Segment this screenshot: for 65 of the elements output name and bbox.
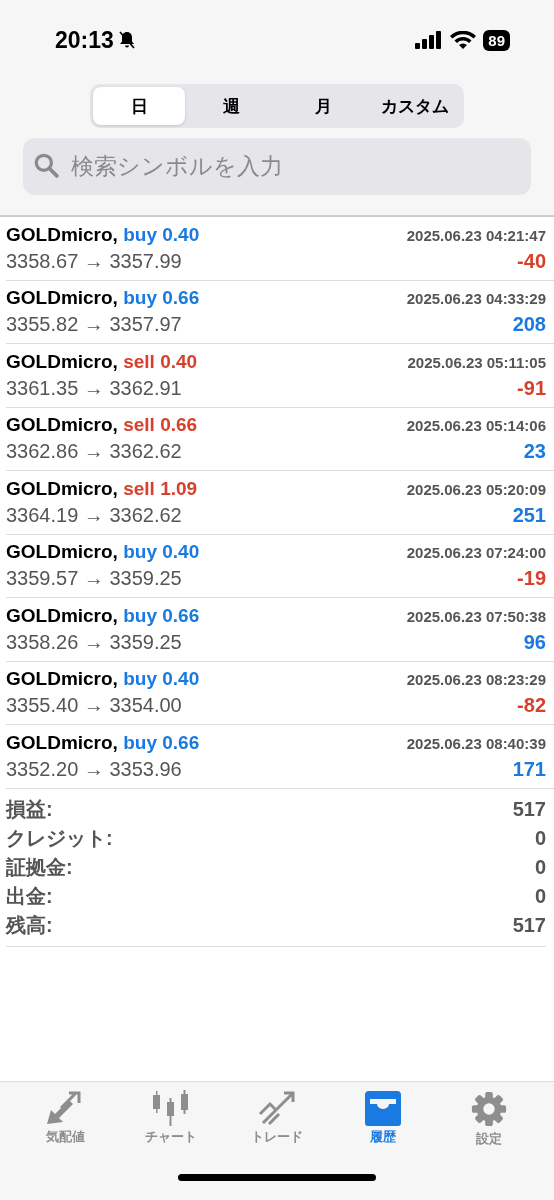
wifi-icon <box>450 31 477 49</box>
clock-time: 20:13 <box>55 26 114 54</box>
deal-title: GOLDmicro, buy 0.66 <box>6 604 200 627</box>
deal-time: 2025.06.23 07:50:38 <box>406 607 546 625</box>
period-tab[interactable]: 月 <box>277 87 369 125</box>
candlestick-icon <box>151 1090 191 1126</box>
period-tab[interactable]: 日 <box>93 87 185 125</box>
deal-profit: -19 <box>517 567 546 591</box>
deal-prices: 3352.20 → 3353.96 <box>6 757 182 781</box>
tab-bar-item[interactable]: 履歴 <box>348 1090 418 1154</box>
deal-time: 2025.06.23 05:14:06 <box>406 417 546 435</box>
deal-profit: -82 <box>517 694 546 718</box>
deal-prices: 3355.82 → 3357.97 <box>6 313 182 337</box>
summary-label: 出金: <box>6 883 53 909</box>
deal-profit: -40 <box>517 249 546 273</box>
summary-value: 517 <box>512 797 546 821</box>
tab-bar-item[interactable]: トレード <box>242 1090 312 1154</box>
summary-value: 0 <box>534 826 546 850</box>
deal-title: GOLDmicro, buy 0.40 <box>6 541 200 564</box>
tab-bar-item[interactable]: チャート <box>136 1090 206 1154</box>
tab-bar-item[interactable]: 設定 <box>454 1090 524 1154</box>
deal-title: GOLDmicro, sell 0.66 <box>6 414 198 437</box>
summary-label: 証拠金: <box>6 854 73 880</box>
summary-label: 損益: <box>6 796 53 822</box>
summary-value: 517 <box>512 913 546 937</box>
deal-prices: 3359.57 → 3359.25 <box>6 567 182 591</box>
deal-time: 2025.06.23 07:24:00 <box>406 544 546 562</box>
muted-bell-icon <box>116 30 137 50</box>
deal-title: GOLDmicro, buy 0.40 <box>6 668 200 691</box>
deal-title: GOLDmicro, buy 0.66 <box>6 287 200 310</box>
deal-time: 2025.06.23 08:40:39 <box>406 734 546 752</box>
deal-profit: 23 <box>523 440 546 464</box>
trend-arrow-icon <box>257 1090 297 1126</box>
deal-profit: 96 <box>523 630 546 654</box>
deal-time: 2025.06.23 08:23:29 <box>406 671 546 689</box>
search-field[interactable]: 検索シンボルを入力 <box>0 138 554 215</box>
period-tab[interactable]: カスタム <box>369 87 461 125</box>
deal-prices: 3358.26 → 3359.25 <box>6 630 182 654</box>
deal-profit: 251 <box>512 503 546 527</box>
deal-profit: 171 <box>512 757 546 781</box>
deal-profit: -91 <box>517 376 546 400</box>
period-tab[interactable]: 週 <box>185 87 277 125</box>
deal-prices: 3355.40 → 3354.00 <box>6 694 182 718</box>
deal-prices: 3362.86 → 3362.62 <box>6 440 182 464</box>
deal-title: GOLDmicro, sell 1.09 <box>6 477 198 500</box>
summary-value: 0 <box>534 855 546 879</box>
settings-icon <box>470 1090 508 1128</box>
deal-title: GOLDmicro, buy 0.40 <box>6 223 200 246</box>
deal-time: 2025.06.23 04:33:29 <box>406 290 546 308</box>
summary-label: クレジット: <box>6 825 113 851</box>
deal-time: 2025.06.23 05:11:05 <box>407 353 546 371</box>
deal-title: GOLDmicro, sell 0.40 <box>6 350 198 373</box>
deal-title: GOLDmicro, buy 0.66 <box>6 731 200 754</box>
deal-time: 2025.06.23 04:21:47 <box>406 226 546 244</box>
deal-prices: 3361.35 → 3362.91 <box>6 376 182 400</box>
deal-prices: 3358.67 → 3357.99 <box>6 249 182 273</box>
summary-label: 残高: <box>6 912 53 938</box>
deal-profit: 208 <box>512 313 546 337</box>
tab-bar-item[interactable]: 気配値 <box>30 1090 100 1154</box>
summary-value: 0 <box>534 884 546 908</box>
battery-level: 89 <box>483 29 510 51</box>
deal-prices: 3364.19 → 3362.62 <box>6 503 182 527</box>
deal-time: 2025.06.23 05:20:09 <box>406 480 546 498</box>
inbox-tray-icon <box>363 1090 403 1126</box>
signal-icon <box>415 31 444 49</box>
